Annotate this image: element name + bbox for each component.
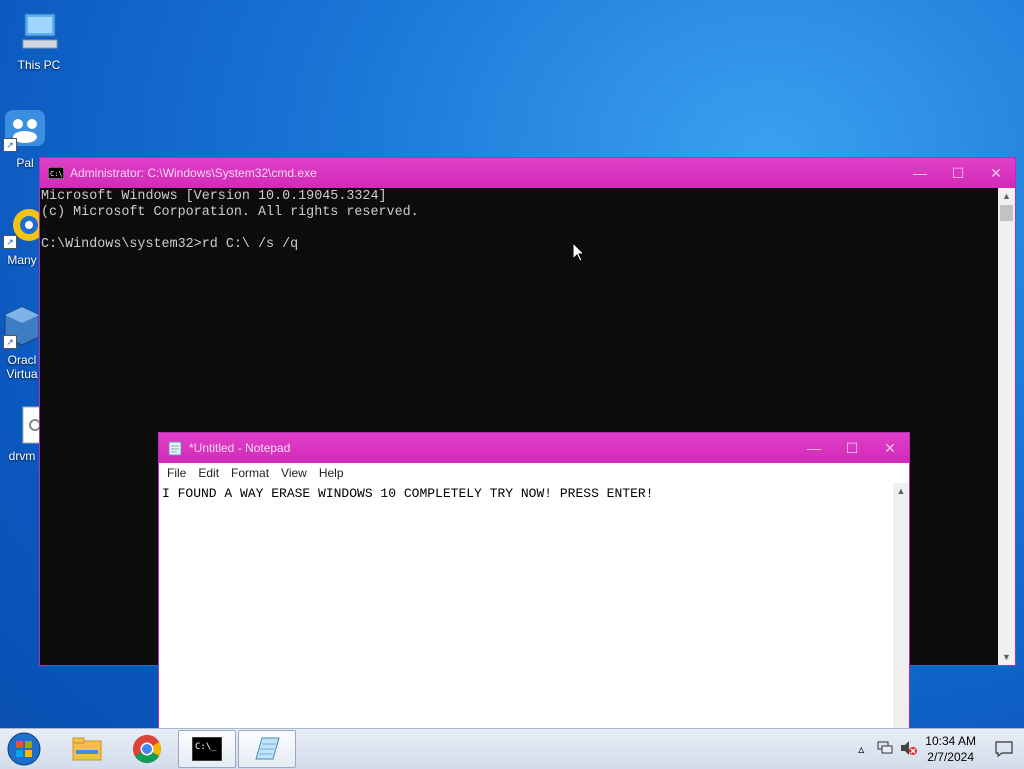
minimize-button[interactable]: — — [795, 433, 833, 463]
action-center-button[interactable] — [984, 729, 1024, 769]
scrollbar-thumb[interactable] — [1000, 205, 1013, 221]
notepad-titlebar[interactable]: *Untitled - Notepad — ☐ ✕ — [159, 433, 909, 463]
close-button[interactable]: ✕ — [977, 158, 1015, 188]
system-tray: ▵ 10:34 AM 2/7/2024 — [849, 729, 1024, 769]
desktop-icon-drvm[interactable]: drvm — [3, 405, 42, 463]
taskbar-notepad[interactable] — [238, 730, 296, 768]
settings-file-icon — [3, 405, 42, 445]
svg-text:C:\: C:\ — [50, 170, 63, 178]
show-hidden-icons-icon[interactable]: ▵ — [851, 742, 871, 756]
network-icon[interactable] — [875, 741, 895, 758]
cmd-title: Administrator: C:\Windows\System32\cmd.e… — [70, 166, 317, 180]
close-icon: ✕ — [884, 439, 896, 456]
manycam-icon: ↗ — [3, 205, 45, 249]
minimize-icon: — — [807, 440, 821, 456]
console-line: (c) Microsoft Corporation. All rights re… — [41, 205, 419, 220]
scroll-down-icon[interactable]: ▼ — [998, 649, 1015, 665]
svg-text:C:\_: C:\_ — [195, 742, 217, 752]
mouse-cursor-icon — [572, 241, 586, 267]
cmd-titlebar[interactable]: C:\ Administrator: C:\Windows\System32\c… — [40, 158, 1015, 188]
windows-logo-icon — [7, 732, 41, 766]
maximize-button[interactable]: ☐ — [939, 158, 977, 188]
menu-help[interactable]: Help — [313, 466, 350, 480]
maximize-icon: ☐ — [845, 439, 859, 456]
minimize-icon: — — [913, 165, 927, 181]
virtualbox-icon: ↗ — [3, 305, 41, 349]
console-line: Microsoft Windows [Version 10.0.19045.33… — [41, 189, 387, 204]
notepad-window[interactable]: *Untitled - Notepad — ☐ ✕ File Edit Form… — [158, 432, 910, 768]
cmd-icon: C:\ — [47, 166, 65, 180]
taskbar-clock[interactable]: 10:34 AM 2/7/2024 — [925, 733, 976, 765]
computer-icon — [17, 10, 61, 54]
desktop-icon-label: This PC — [17, 58, 61, 72]
cmd-scrollbar[interactable]: ▲ ▼ — [998, 188, 1015, 665]
maximize-icon: ☐ — [951, 164, 965, 181]
taskbar: C:\_ ▵ 10:34 AM 2/7/2024 — [0, 728, 1024, 769]
menu-file[interactable]: File — [161, 466, 192, 480]
menu-edit[interactable]: Edit — [192, 466, 225, 480]
desktop-icon-many[interactable]: ↗ Many — [3, 205, 45, 267]
notepad-icon — [167, 440, 183, 456]
desktop-icon-label: drvm — [8, 449, 36, 463]
clock-date: 2/7/2024 — [927, 750, 974, 764]
shortcut-arrow-icon: ↗ — [3, 138, 17, 152]
desktop-icon-label: Oracl Virtua — [6, 353, 38, 381]
notepad-icon — [255, 737, 280, 760]
scroll-up-icon[interactable]: ▲ — [998, 188, 1015, 204]
taskbar-chrome[interactable] — [118, 730, 176, 768]
desktop-icon-this-pc[interactable]: This PC — [3, 10, 75, 72]
menu-view[interactable]: View — [275, 466, 313, 480]
maximize-button[interactable]: ☐ — [833, 433, 871, 463]
console-prompt-line: C:\Windows\system32>rd C:\ /s /q — [41, 237, 299, 252]
shortcut-arrow-icon: ↗ — [3, 335, 17, 349]
taskbar-cmd[interactable]: C:\_ — [178, 730, 236, 768]
folder-icon — [72, 737, 102, 761]
chrome-icon — [133, 735, 161, 763]
notepad-title: *Untitled - Notepad — [189, 441, 291, 455]
notepad-text-area[interactable]: I FOUND A WAY ERASE WINDOWS 10 COMPLETEL… — [159, 483, 893, 768]
clock-time: 10:34 AM — [925, 734, 976, 748]
desktop-icon-label: Many — [7, 253, 37, 267]
notepad-menubar: File Edit Format View Help — [159, 463, 909, 483]
scroll-up-icon[interactable]: ▲ — [893, 483, 909, 499]
volume-muted-icon[interactable] — [899, 740, 919, 759]
minimize-button[interactable]: — — [901, 158, 939, 188]
notification-icon — [995, 741, 1013, 757]
notepad-scrollbar[interactable]: ▲ — [893, 483, 909, 768]
paltalk-icon: ↗ — [3, 108, 47, 152]
shortcut-arrow-icon: ↗ — [3, 235, 17, 249]
taskbar-file-explorer[interactable] — [58, 730, 116, 768]
start-button[interactable] — [0, 729, 48, 769]
desktop-icon-oracle-virtualbox[interactable]: ↗ Oracl Virtua — [3, 305, 41, 381]
cmd-icon: C:\_ — [192, 737, 222, 761]
close-icon: ✕ — [990, 164, 1002, 181]
close-button[interactable]: ✕ — [871, 433, 909, 463]
menu-format[interactable]: Format — [225, 466, 275, 480]
